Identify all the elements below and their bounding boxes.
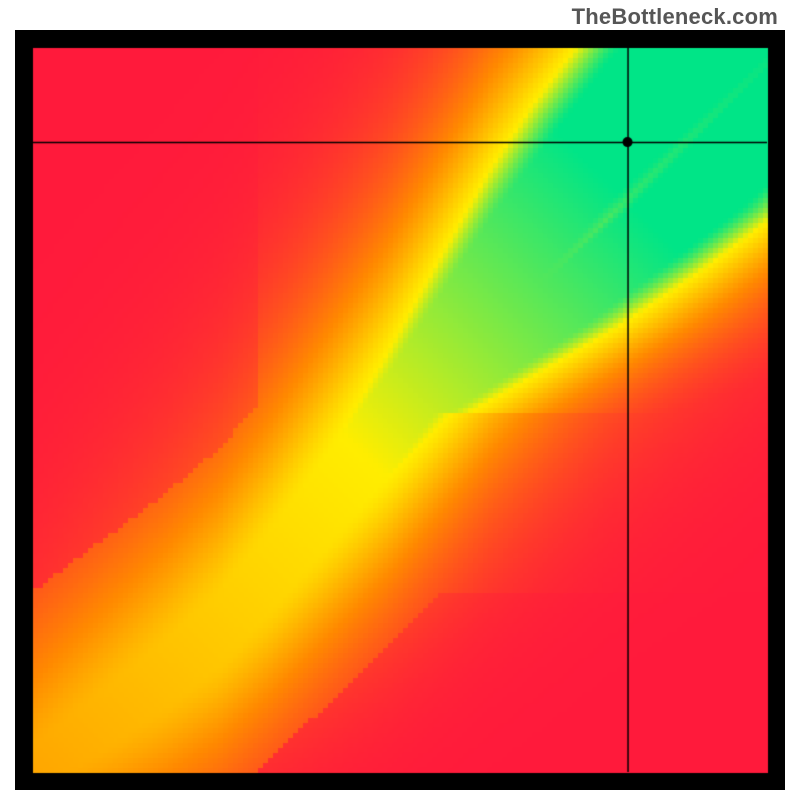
- heatmap-canvas: [15, 30, 785, 790]
- chart-container: TheBottleneck.com: [0, 0, 800, 800]
- watermark-text: TheBottleneck.com: [572, 4, 778, 30]
- chart-frame: [15, 30, 785, 790]
